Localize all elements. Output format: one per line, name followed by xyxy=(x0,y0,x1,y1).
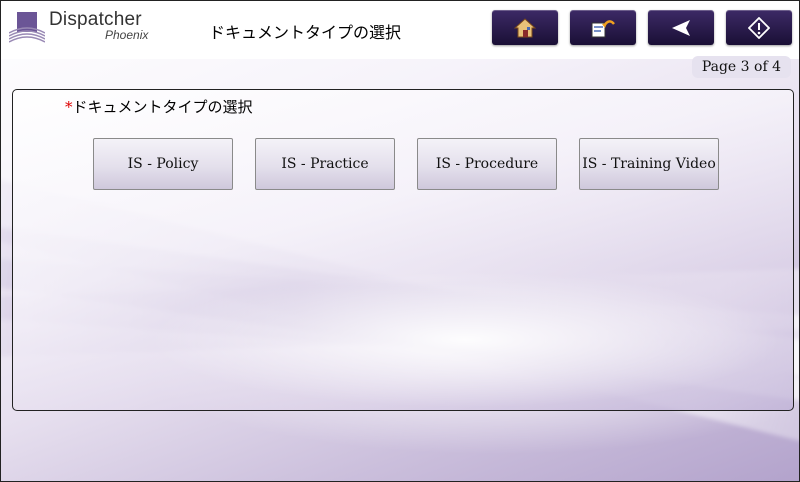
option-is-practice[interactable]: IS - Practice xyxy=(255,138,395,190)
field-label-text: ドキュメントタイプの選択 xyxy=(72,98,253,116)
option-is-policy[interactable]: IS - Policy xyxy=(93,138,233,190)
home-button[interactable] xyxy=(492,10,558,45)
option-is-procedure[interactable]: IS - Procedure xyxy=(417,138,557,190)
page-indicator: Page 3 of 4 xyxy=(691,56,791,78)
home-icon xyxy=(514,17,536,37)
header-bar: Dispatcher Phoenix ドキュメントタイプの選択 xyxy=(1,1,799,59)
next-button[interactable] xyxy=(726,10,792,45)
field-label: *ドキュメントタイプの選択 xyxy=(65,96,253,117)
back-arrow-icon xyxy=(672,19,690,36)
next-diamond-icon xyxy=(748,16,770,39)
document-type-panel: *ドキュメントタイプの選択 IS - Policy IS - Practice … xyxy=(12,89,794,411)
option-is-training-video[interactable]: IS - Training Video xyxy=(579,138,719,190)
required-marker: * xyxy=(65,98,73,116)
screen: Dispatcher Phoenix ドキュメントタイプの選択 Page 3 o… xyxy=(0,0,800,482)
edit-undo-icon xyxy=(591,19,615,37)
dispatcher-phoenix-logo: Dispatcher Phoenix xyxy=(9,9,149,45)
edit-undo-button[interactable] xyxy=(570,10,636,45)
logo-subtitle: Phoenix xyxy=(105,28,149,42)
back-button[interactable] xyxy=(648,10,714,45)
page-title: ドキュメントタイプの選択 xyxy=(209,23,402,42)
logo-swoosh-icon xyxy=(9,12,45,43)
